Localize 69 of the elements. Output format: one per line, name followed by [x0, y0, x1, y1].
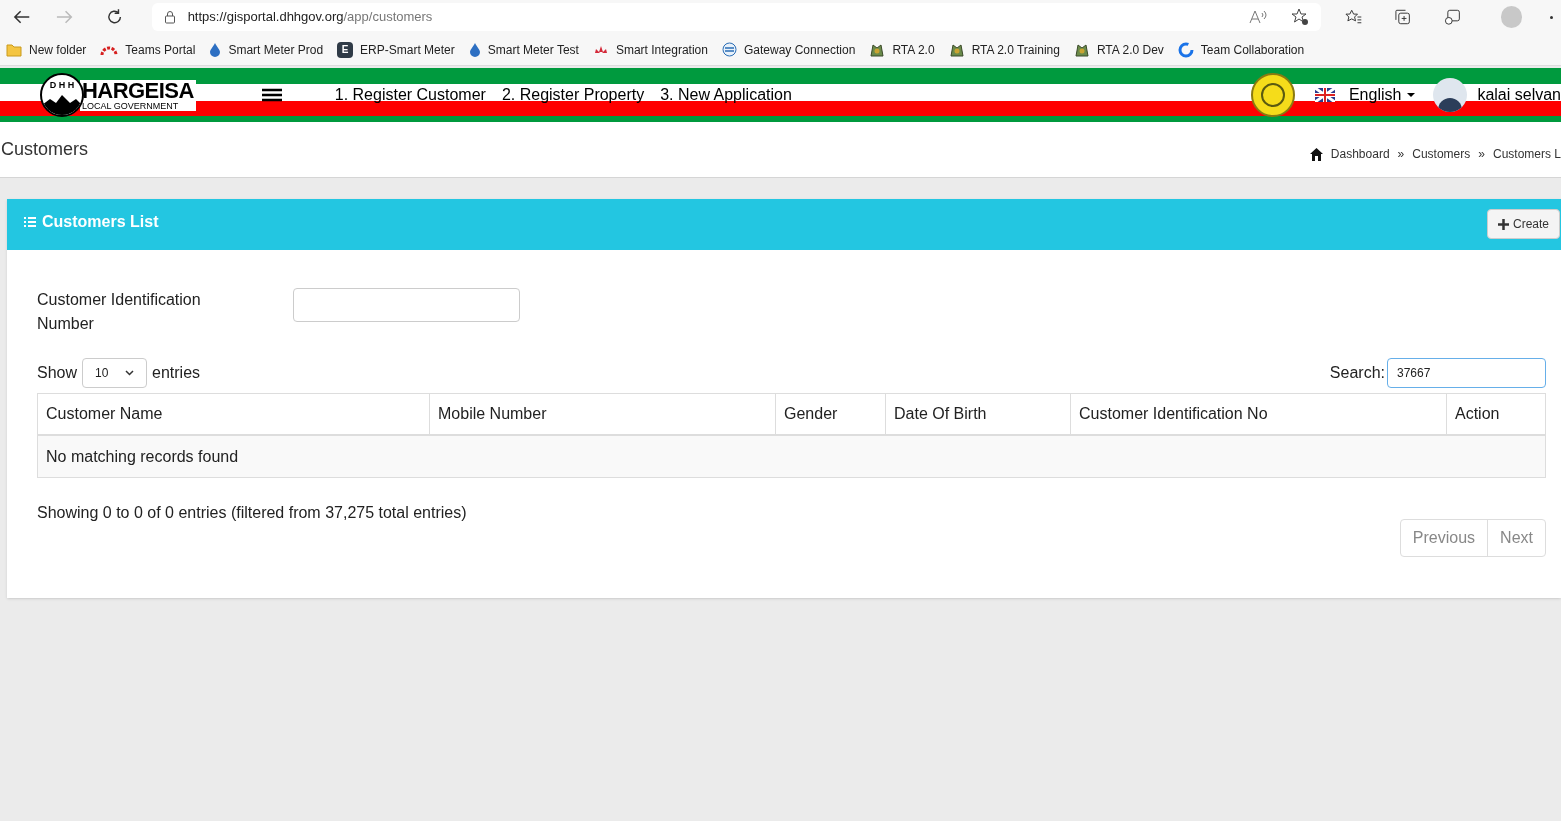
column-header[interactable]: Date Of Birth [886, 394, 1071, 434]
bookmark-item[interactable]: Smart Integration [592, 40, 708, 59]
page-title: Customers [1, 138, 89, 161]
search-label: Search: [1329, 363, 1385, 383]
plus-icon [1497, 218, 1509, 230]
bookmark-item[interactable]: Teams Portal [100, 40, 196, 59]
uk-flag-icon [1314, 88, 1335, 102]
empty-message: No matching records found [46, 446, 239, 467]
entries-label: entries [152, 363, 201, 383]
breadcrumb-link[interactable]: Customers L [1492, 145, 1561, 163]
bookmark-item[interactable]: Team Collaboration [1177, 40, 1305, 59]
table-info: Showing 0 to 0 of 0 entries (filtered from 37,275 total entries) [37, 503, 467, 523]
emblem-icon [1073, 41, 1090, 58]
bookmark-item[interactable]: Smart Meter Test [468, 40, 579, 59]
bookmark-item[interactable]: RTA 2.0 [869, 40, 935, 59]
lock-icon [163, 10, 176, 24]
show-label: Show [37, 363, 78, 383]
input-field[interactable] [293, 288, 520, 322]
language-dropdown[interactable]: English [1348, 83, 1416, 107]
bookmark-item[interactable]: RTA 2.0 Dev [1073, 40, 1164, 59]
favorite-add-icon[interactable] [1291, 8, 1310, 26]
logo-title: HARGEISA [82, 79, 194, 102]
chevron-down-icon [125, 370, 135, 376]
letter-icon: E [337, 41, 354, 58]
user-name[interactable]: kalai selvan [1477, 83, 1561, 107]
emblem-seal-icon [1250, 73, 1295, 117]
drop-icon [468, 42, 481, 57]
read-aloud-icon[interactable] [1249, 10, 1268, 24]
nav-link[interactable]: 1. Register Customer [334, 83, 486, 107]
more-icon[interactable] [1550, 15, 1553, 19]
home-icon [1309, 147, 1323, 161]
ring-icon [1177, 41, 1194, 58]
globe-icon [721, 42, 737, 57]
list-icon [24, 216, 36, 228]
drop-icon [209, 42, 222, 57]
back-icon[interactable] [12, 9, 32, 25]
bookmark-item[interactable]: RTA 2.0 Training [948, 40, 1060, 59]
breadcrumb-separator: » [1397, 146, 1405, 163]
breadcrumb-separator: » [1478, 146, 1485, 163]
app-window-icon[interactable] [1443, 8, 1461, 26]
entries-select[interactable]: 10 [82, 358, 148, 388]
emblem-icon [948, 41, 965, 58]
card-title: Customers List [42, 212, 159, 232]
address-bar[interactable]: https://gisportal.dhhgov.org/app/customers [151, 3, 1322, 31]
favorites-icon[interactable] [1345, 8, 1363, 26]
bookmark-item[interactable]: E ERP-Smart Meter [337, 40, 455, 59]
column-header[interactable]: Customer Identification No [1071, 394, 1447, 434]
search-field[interactable]: 37667 [1387, 358, 1546, 388]
url-text: https://gisportal.dhhgov.org/app/customers [187, 8, 434, 27]
nav-link[interactable]: 3. New Application [660, 83, 792, 107]
nav-link[interactable]: 2. Register Property [501, 83, 645, 107]
emblem-icon [869, 41, 886, 58]
user-avatar[interactable] [1433, 78, 1468, 112]
folder-icon [6, 42, 22, 57]
column-header[interactable]: Mobile Number [430, 394, 776, 434]
collections-icon[interactable] [1394, 8, 1412, 26]
bookmark-item[interactable]: New folder [6, 40, 87, 59]
reload-icon[interactable] [106, 8, 124, 26]
menu-icon[interactable] [261, 88, 282, 102]
bookmark-item[interactable]: Smart Meter Prod [209, 40, 324, 59]
breadcrumb-link[interactable]: Dashboard [1330, 145, 1390, 163]
breadcrumb-link[interactable]: Customers [1412, 145, 1471, 163]
create-button[interactable]: Create [1486, 209, 1560, 239]
column-header[interactable]: Customer Name [38, 394, 430, 434]
field-label: Customer Identification Number [37, 290, 202, 334]
column-header[interactable]: Action [1447, 394, 1545, 434]
logo-subtitle: LOCAL GOVERNMENT [82, 101, 180, 111]
column-header[interactable]: Gender [776, 394, 886, 434]
bookmark-item[interactable]: Gateway Connection [721, 40, 856, 59]
